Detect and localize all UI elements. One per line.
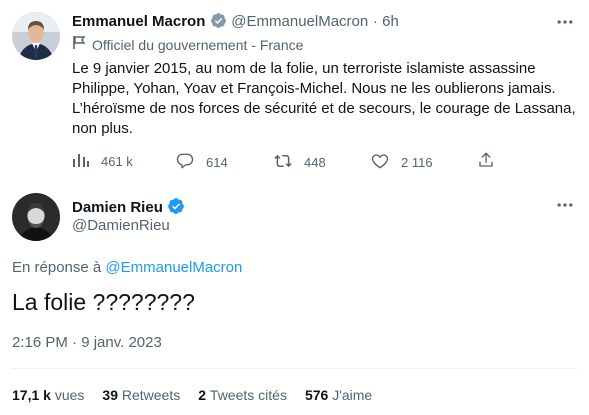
- tweet-text-line: non plus.: [72, 120, 133, 137]
- stats-divider-top: [12, 368, 577, 369]
- replying-to-link[interactable]: @EmmanuelMacron: [105, 259, 242, 276]
- likes-stat-count: 576: [304, 387, 329, 403]
- header-separator: ·: [372, 13, 378, 30]
- reply-more-options-icon[interactable]: [555, 195, 575, 215]
- tweet-text-line: Philippe, Yohan, Yoav et François-Michel…: [72, 80, 556, 97]
- views-stat-label: vues: [54, 387, 85, 403]
- original-time[interactable]: 6h: [382, 13, 399, 30]
- reply-author-name[interactable]: Damien Rieu: [72, 199, 163, 216]
- heart-icon: [370, 152, 390, 173]
- more-options-icon[interactable]: [555, 12, 575, 32]
- views-button[interactable]: 461 k: [72, 152, 133, 171]
- flag-icon: [72, 35, 86, 55]
- tweet-text-line: L’héroïsme de nos forces de sécurité et …: [72, 100, 576, 117]
- retweet-icon: [273, 152, 293, 173]
- blue-verified-badge-icon: [167, 197, 185, 220]
- likes-stat[interactable]: 576 J'aime: [305, 387, 372, 403]
- damien-avatar[interactable]: [12, 193, 60, 241]
- reply-handle[interactable]: @DamienRieu: [72, 217, 170, 234]
- reply-icon: [175, 152, 195, 173]
- government-label: Officiel du gouvernement - France: [72, 35, 303, 55]
- reply-timestamp[interactable]: 2:16 PM · 9 janv. 2023: [12, 334, 162, 351]
- original-tweet-header: Emmanuel Macron @EmmanuelMacron · 6h: [72, 12, 399, 34]
- macron-avatar[interactable]: [12, 12, 60, 60]
- analytics-icon: [72, 152, 90, 171]
- reply-tweet-text: La folie ????????: [12, 289, 195, 315]
- retweet-button[interactable]: 448: [273, 152, 326, 173]
- quotes-stat-count: 2: [198, 387, 207, 403]
- gray-verified-badge-icon: [210, 12, 227, 34]
- views-stat[interactable]: 17,1 k vues: [12, 387, 84, 403]
- tweet-text-line: Le 9 janvier 2015, au nom de la folie, u…: [72, 60, 536, 77]
- views-stat-count: 17,1 k: [12, 387, 51, 403]
- views-count: 461 k: [101, 154, 133, 169]
- like-count: 2 116: [401, 155, 433, 170]
- share-icon[interactable]: [477, 151, 495, 174]
- replying-to: En réponse à @EmmanuelMacron: [12, 259, 242, 276]
- like-button[interactable]: 2 116: [370, 152, 433, 173]
- government-label-text: Officiel du gouvernement - France: [92, 37, 304, 53]
- retweet-count: 448: [304, 155, 326, 170]
- quotes-stat-label: Tweets cités: [209, 387, 287, 403]
- original-handle[interactable]: @EmmanuelMacron: [231, 13, 368, 30]
- tweet-stats: 17,1 k vues 39 Retweets 2 Tweets cités 5…: [12, 387, 372, 403]
- retweets-stat-count: 39: [102, 387, 118, 403]
- likes-stat-label: J'aime: [332, 387, 373, 403]
- original-tweet-text: Le 9 janvier 2015, au nom de la folie, u…: [72, 59, 576, 139]
- reply-count: 614: [206, 155, 228, 170]
- original-author-name[interactable]: Emmanuel Macron: [72, 13, 205, 30]
- reply-button[interactable]: 614: [175, 152, 228, 173]
- replying-to-prefix: En réponse à: [12, 259, 102, 276]
- quotes-stat[interactable]: 2 Tweets cités: [198, 387, 287, 403]
- retweets-stat[interactable]: 39 Retweets: [102, 387, 180, 403]
- retweets-stat-label: Retweets: [121, 387, 181, 403]
